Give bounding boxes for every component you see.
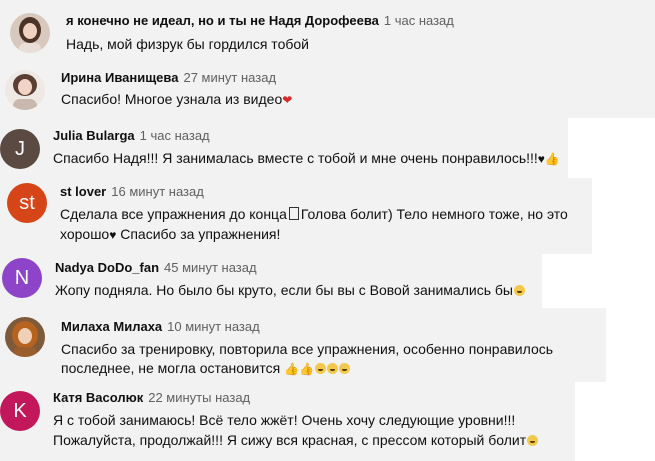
- comment-text: Надь, мой физрук бы гордился тобой: [66, 34, 309, 54]
- thumbs-up-emoji-icon: 👍: [284, 362, 300, 376]
- avatar-letter: N: [14, 266, 30, 289]
- comment-meta: я конечно не идеал, но и ты не Надя Доро…: [66, 13, 454, 29]
- comment-text-body: Голова болит) Тело немного тоже, но это: [300, 206, 568, 222]
- comment-author[interactable]: Julia Bularga: [53, 128, 135, 143]
- comment-author[interactable]: я конечно не идеал, но и ты не Надя Доро…: [66, 13, 379, 28]
- comment-meta: st lover 16 минут назад: [60, 184, 204, 200]
- comment-text: Жопу подняла. Но было бы круто, если бы …: [55, 280, 525, 300]
- comment-7: K Катя Васолюк 22 минуты назад Я с тобой …: [0, 382, 655, 461]
- comment-text-body: Спасибо Надя!!! Я занималась вместе с то…: [53, 150, 538, 166]
- grin-emoji-icon: [314, 363, 326, 374]
- comment-text-line-2: хорошо♥ Спасибо за упражнения!: [60, 224, 280, 244]
- comment-text-line-2: последнее, не могла остановится 👍👍: [61, 358, 350, 378]
- comment-text-body: Спасибо за тренировку, повторила все упр…: [61, 341, 554, 357]
- comment-time[interactable]: 22 минуты назад: [148, 390, 250, 405]
- comment-text-body: Сделала все упражнения до конца: [60, 206, 287, 222]
- comment-author[interactable]: Милаха Милаха: [61, 319, 162, 334]
- thumbs-up-emoji-icon: 👍: [299, 362, 314, 376]
- avatar-letter: K: [13, 399, 27, 422]
- black-heart-emoji-icon: ♥: [537, 152, 545, 166]
- comment-text-body: последнее, не могла остановится: [61, 360, 281, 376]
- comment-text-body: Я с тобой занимаюсь! Всё тело жжёт! Очен…: [53, 412, 516, 428]
- comment-time[interactable]: 10 минут назад: [167, 319, 260, 334]
- avatar-letter: st: [19, 191, 35, 214]
- comment-time[interactable]: 45 минут назад: [164, 260, 257, 275]
- avatar-letter-icon[interactable]: st: [7, 183, 47, 223]
- comment-text-body: Пожалуйста, продолжай!!! Я сижу вся крас…: [53, 432, 527, 448]
- comment-4: st st lover 16 минут назад Сделала все уп…: [0, 178, 655, 254]
- comment-text-body: Спасибо! Многое узнала из видео: [61, 91, 283, 107]
- comment-text: Спасибо Надя!!! Я занималась вместе с то…: [53, 148, 560, 168]
- avatar-photo-icon[interactable]: [5, 70, 45, 110]
- comment-1-highlight: [0, 0, 655, 64]
- avatar-letter-icon[interactable]: J: [0, 129, 40, 169]
- comment-text-line-1: Сделала все упражнения до конца Голова бо…: [60, 204, 568, 224]
- comment-meta: Julia Bularga 1 час назад: [53, 128, 210, 144]
- comment-text-line-1: Спасибо за тренировку, повторила все упр…: [61, 339, 553, 359]
- thumbs-up-emoji-icon: 👍: [544, 152, 560, 166]
- comment-2: Ирина Иванищева 27 минут назад Спасибо! М…: [0, 64, 655, 118]
- laugh-emoji-icon: [326, 363, 338, 374]
- comment-time[interactable]: 16 минут назад: [111, 184, 204, 199]
- comment-meta: Ирина Иванищева 27 минут назад: [61, 70, 276, 86]
- comment-text-body: хорошо: [60, 226, 110, 242]
- comment-text-body: Надь, мой физрук бы гордился тобой: [66, 36, 309, 52]
- comment-author[interactable]: Ирина Иванищева: [61, 70, 178, 85]
- comment-time[interactable]: 1 час назад: [140, 128, 210, 143]
- comment-time[interactable]: 1 час назад: [384, 13, 454, 28]
- heart-emoji-icon: ❤: [282, 93, 293, 107]
- comment-time[interactable]: 27 минут назад: [183, 70, 276, 85]
- black-heart-emoji-icon: ♥: [109, 228, 117, 242]
- laugh-emoji-icon: [338, 363, 350, 374]
- comment-meta: Nadya DoDo_fan 45 минут назад: [55, 260, 257, 276]
- comment-1: я конечно не идеал, но и ты не Надя Доро…: [0, 0, 655, 64]
- missing-glyph-icon: [288, 207, 299, 220]
- comment-text: Спасибо! Многое узнала из видео❤: [61, 89, 292, 109]
- comment-meta: Милаха Милаха 10 минут назад: [61, 319, 260, 335]
- blush-emoji-icon: [527, 435, 539, 446]
- comment-text-body: Спасибо за упражнения!: [120, 226, 281, 242]
- comment-text-line-1: Я с тобой занимаюсь! Всё тело жжёт! Очен…: [53, 410, 515, 430]
- avatar-letter-icon[interactable]: N: [2, 258, 42, 298]
- comment-text-line-2: Пожалуйста, продолжай!!! Я сижу вся крас…: [53, 430, 539, 450]
- comment-author[interactable]: Катя Васолюк: [53, 390, 143, 405]
- comment-author[interactable]: st lover: [60, 184, 106, 199]
- avatar-photo-icon[interactable]: [10, 13, 50, 53]
- comment-meta: Катя Васолюк 22 минуты назад: [53, 390, 250, 406]
- comment-text-body: Жопу подняла. Но было бы круто, если бы …: [55, 282, 513, 298]
- avatar-letter-icon[interactable]: K: [0, 391, 40, 431]
- comment-author[interactable]: Nadya DoDo_fan: [55, 260, 159, 275]
- smile-emoji-icon: [513, 285, 525, 296]
- avatar-photo-icon[interactable]: [5, 317, 45, 357]
- comment-3: J Julia Bularga 1 час назад Спасибо Надя!…: [0, 118, 655, 178]
- avatar-letter: J: [15, 137, 25, 160]
- comment-6: Милаха Милаха 10 минут назад Спасибо за т…: [0, 308, 655, 382]
- comment-5: N Nadya DoDo_fan 45 минут назад Жопу подн…: [0, 254, 655, 308]
